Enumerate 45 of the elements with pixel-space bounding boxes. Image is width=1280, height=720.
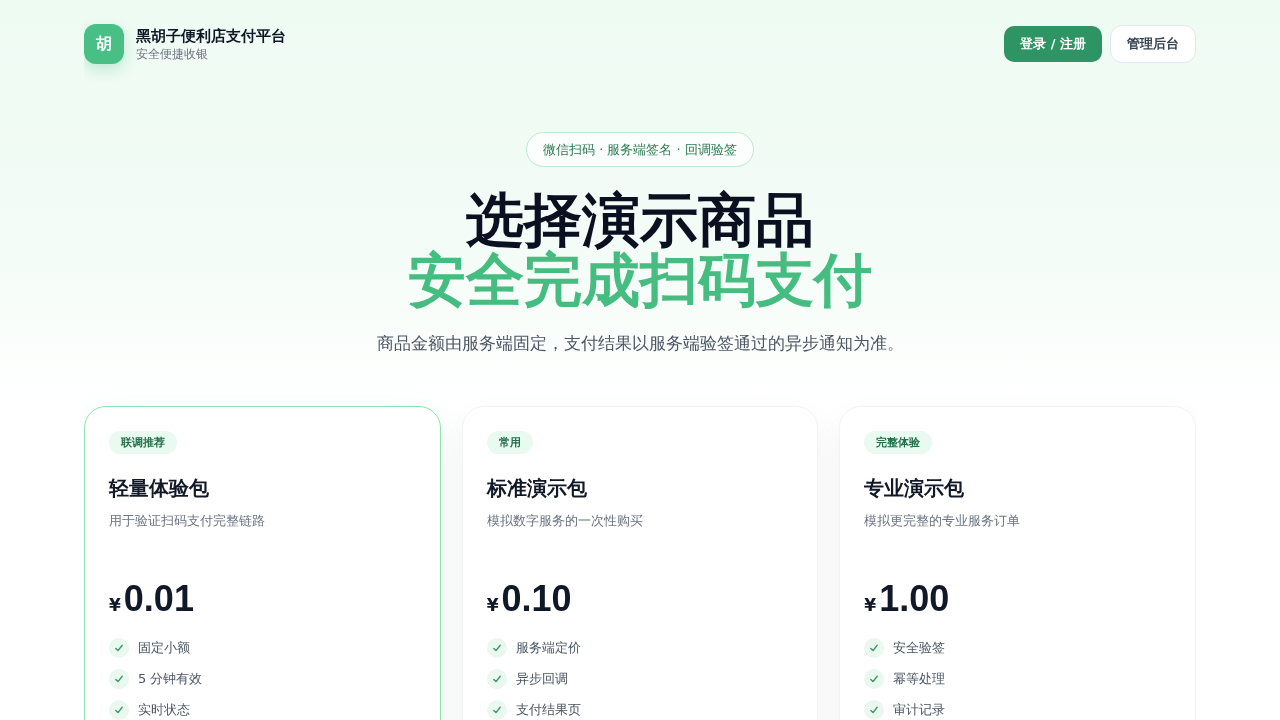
price-amount: 0.01: [123, 577, 194, 621]
currency-symbol: ¥: [864, 595, 877, 615]
feature-text: 服务端定价: [515, 639, 581, 657]
check-icon: [109, 669, 129, 689]
product-description: 用于验证扫码支付完整链路: [109, 512, 265, 530]
headline-accent: 安全完成扫码支付: [408, 250, 872, 310]
product-name: 轻量体验包: [109, 475, 209, 502]
feature-text: 5 分钟有效: [138, 670, 203, 688]
hero-subtitle: 商品金额由服务端固定，支付结果以服务端验签通过的异步通知为准。: [376, 332, 904, 355]
feature-text: 支付结果页: [515, 701, 581, 719]
product-description: 模拟更完整的专业服务订单: [864, 512, 1021, 530]
currency-symbol: ¥: [486, 595, 499, 615]
check-icon: [864, 638, 885, 658]
feature-text: 审计记录: [893, 701, 946, 719]
feature-text: 固定小额: [138, 639, 190, 657]
feature-text: 实时状态: [138, 701, 190, 719]
check-icon: [486, 669, 507, 689]
check-icon: [864, 669, 885, 689]
headline: 选择演示商品: [466, 190, 814, 250]
check-icon: [486, 700, 507, 720]
brand-subtitle: 安全便捷收银: [136, 46, 209, 62]
product-badge: 常用: [486, 431, 533, 454]
brand-title: 黑胡子便利店支付平台: [136, 26, 286, 46]
login-button[interactable]: 登录 / 注册: [1004, 26, 1102, 62]
price-amount: 0.10: [501, 577, 572, 621]
feature-pill: 微信扫码 · 服务端签名 · 回调验签: [526, 132, 754, 167]
product-name: 标准演示包: [486, 475, 587, 502]
feature-text: 安全验签: [893, 639, 946, 657]
check-icon: [864, 700, 885, 720]
product-card[interactable]: 常用 标准演示包 模拟数字服务的一次性购买 ¥0.10 服务端定价 异步回调 支付结果页: [461, 406, 819, 720]
currency-symbol: ¥: [109, 595, 121, 615]
admin-button[interactable]: 管理后台: [1110, 25, 1196, 63]
check-icon: [109, 700, 129, 720]
price-amount: 1.00: [879, 577, 950, 621]
product-card[interactable]: 完整体验 专业演示包 模拟更完整的专业服务订单 ¥1.00 安全验签 幂等处理 审计记录: [839, 406, 1196, 720]
product-card[interactable]: 联调推荐 轻量体验包 用于验证扫码支付完整链路 ¥0.01 固定小额 5 分钟有效 实时状态: [84, 406, 441, 720]
product-description: 模拟数字服务的一次性购买: [486, 512, 643, 530]
product-badge: 联调推荐: [109, 431, 177, 454]
check-icon: [109, 638, 129, 658]
logo-mark: 胡: [84, 24, 124, 64]
feature-text: 异步回调: [515, 670, 568, 688]
feature-text: 幂等处理: [893, 670, 946, 688]
product-badge: 完整体验: [864, 431, 933, 454]
check-icon: [486, 638, 507, 658]
product-name: 专业演示包: [864, 475, 965, 502]
